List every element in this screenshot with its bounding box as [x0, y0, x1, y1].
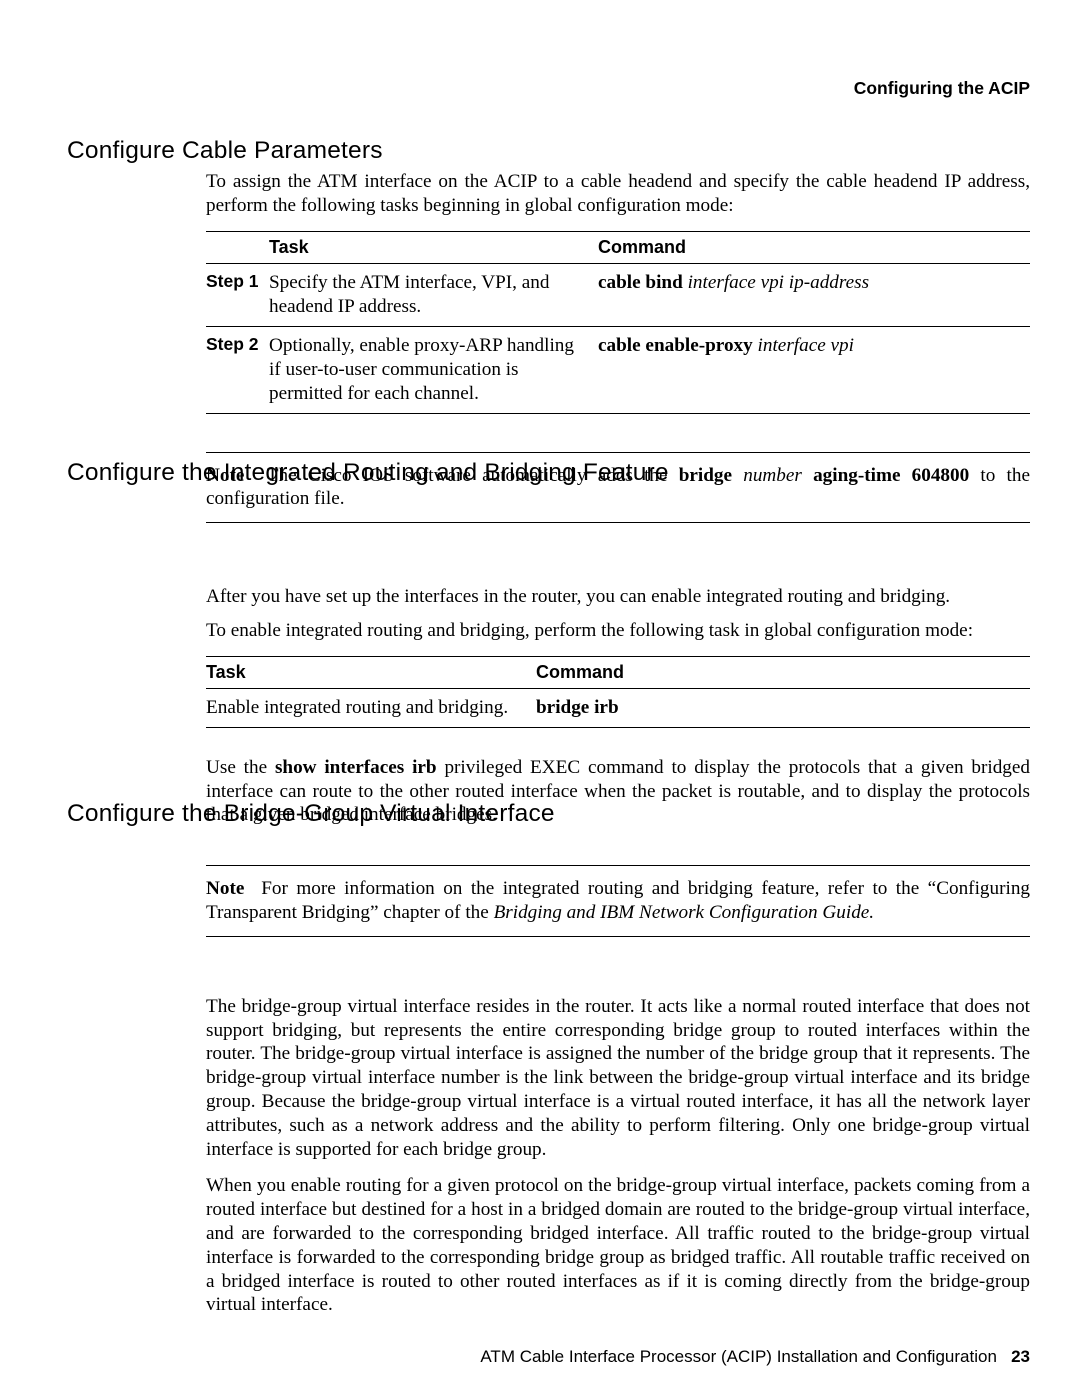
note-block: Note The Cisco IOS software automaticall… — [206, 452, 1030, 524]
body-paragraph: Use the show interfaces irb privileged E… — [206, 756, 1030, 827]
command-cell: cable enable-proxy interface vpi — [598, 326, 1030, 413]
command-cell: bridge irb — [536, 688, 1030, 727]
page-number: 23 — [1011, 1347, 1030, 1366]
step-label: Step 1 — [206, 263, 269, 326]
page: Configuring the ACIP Configure Cable Par… — [0, 0, 1080, 1397]
text-bold: show interfaces irb — [275, 757, 437, 778]
command-bold: bridge irb — [536, 697, 619, 718]
running-header: Configuring the ACIP — [854, 78, 1030, 99]
table-row: Enable integrated routing and bridging. … — [206, 688, 1030, 727]
note-text: Note The Cisco IOS software automaticall… — [206, 464, 1030, 512]
page-footer: ATM Cable Interface Processor (ACIP) Ins… — [480, 1347, 1030, 1367]
note-label: Note — [206, 878, 244, 899]
command-cell: cable bind interface vpi ip-address — [598, 263, 1030, 326]
note-ital1: number — [743, 465, 802, 486]
command-bold: cable bind — [598, 272, 683, 293]
section-bvi: The bridge-group virtual interface resid… — [206, 995, 1030, 1317]
text-pre: Use the — [206, 757, 275, 778]
table-row: Step 2 Optionally, enable proxy-ARP hand… — [206, 326, 1030, 413]
task-cell: Enable integrated routing and bridging. — [206, 688, 536, 727]
table-header-task: Task — [206, 656, 536, 688]
body-paragraph: The bridge-group virtual interface resid… — [206, 995, 1030, 1162]
table-row: Step 1 Specify the ATM interface, VPI, a… — [206, 263, 1030, 326]
table-header-blank — [206, 231, 269, 263]
note-bold2: aging-time 604800 — [813, 465, 969, 486]
intro-paragraph: To assign the ATM interface on the ACIP … — [206, 170, 1030, 218]
command-args: interface vpi — [758, 335, 854, 356]
task-cell: Optionally, enable proxy-ARP handling if… — [269, 326, 598, 413]
task-table-1: Task Command Step 1 Specify the ATM inte… — [206, 231, 1030, 414]
step-label: Step 2 — [206, 326, 269, 413]
note-ital: Bridging and IBM Network Configuration G… — [494, 902, 875, 923]
content-column: To assign the ATM interface on the ACIP … — [206, 160, 1030, 1330]
note-block: Note For more information on the integra… — [206, 865, 1030, 937]
task-cell: Specify the ATM interface, VPI, and head… — [269, 263, 598, 326]
section-irb: After you have set up the interfaces in … — [206, 585, 1030, 937]
body-paragraph: When you enable routing for a given prot… — [206, 1174, 1030, 1317]
command-bold: cable enable-proxy — [598, 335, 753, 356]
section-cable-parameters: To assign the ATM interface on the ACIP … — [206, 170, 1030, 523]
table-header-task: Task — [269, 231, 598, 263]
body-paragraph: After you have set up the interfaces in … — [206, 585, 1030, 609]
footer-title: ATM Cable Interface Processor (ACIP) Ins… — [480, 1347, 997, 1366]
table-header-command: Command — [536, 656, 1030, 688]
note-label: Note — [206, 465, 244, 486]
table-header-command: Command — [598, 231, 1030, 263]
note-text: Note For more information on the integra… — [206, 877, 1030, 925]
note-bold1: bridge — [679, 465, 732, 486]
note-pre: The Cisco IOS software automatically add… — [267, 465, 679, 486]
body-paragraph: To enable integrated routing and bridgin… — [206, 619, 1030, 643]
task-table-2: Task Command Enable integrated routing a… — [206, 656, 1030, 728]
command-args: interface vpi ip-address — [688, 272, 870, 293]
